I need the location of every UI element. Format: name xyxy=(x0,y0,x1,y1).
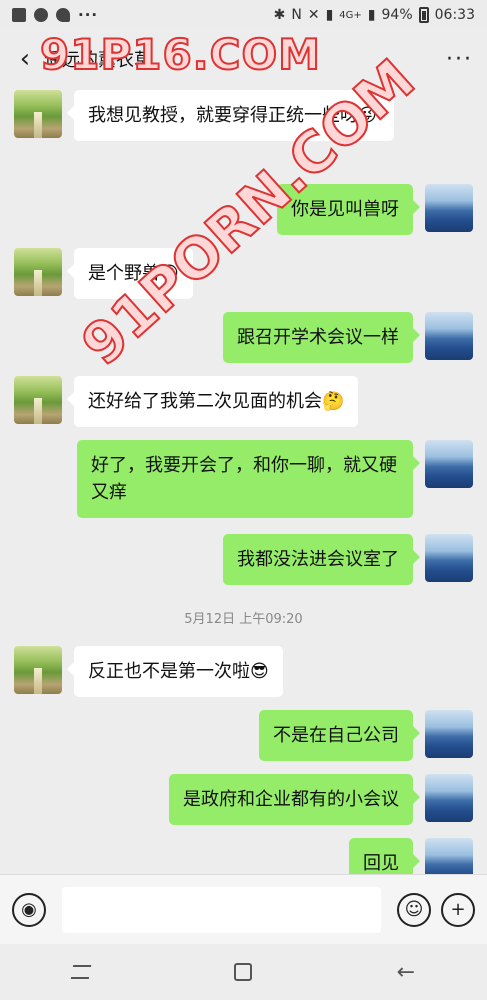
cloud-icon xyxy=(34,8,48,22)
thinking-emoji-icon: 🤔 xyxy=(322,391,345,412)
avatar[interactable] xyxy=(425,838,473,874)
status-right: ✱ N ✕ ▮ 4G+ ▮ 94% 06:33 xyxy=(274,7,475,23)
message-right: 我都没法进会议室了 xyxy=(211,534,473,585)
system-back-button[interactable]: ← xyxy=(386,952,426,992)
message-input[interactable] xyxy=(62,886,381,933)
input-bar: ◉ ☺ + xyxy=(0,874,487,944)
plus-button[interactable]: + xyxy=(441,892,475,927)
battery-icon xyxy=(418,7,429,23)
avatar[interactable] xyxy=(425,710,473,758)
message-text: 跟召开学术会议一样 xyxy=(237,327,399,348)
chevron-left-icon: ‹ xyxy=(19,44,31,74)
avatar[interactable] xyxy=(425,534,473,582)
avatar[interactable] xyxy=(425,774,473,822)
battery-percent: 94% xyxy=(381,7,413,23)
message-text: 反正也不是第一次啦 xyxy=(88,661,250,682)
system-nav-bar: ← xyxy=(0,944,487,1000)
watermark-top: 91P16.COM xyxy=(39,29,321,80)
more-notifications-icon: ··· xyxy=(78,6,99,24)
mute-icon: ✕ xyxy=(307,7,320,23)
image-icon xyxy=(12,8,26,22)
message-bubble[interactable]: 不是在自己公司 xyxy=(259,710,420,761)
message-right: 是政府和企业都有的小会议 xyxy=(157,774,473,825)
voice-button[interactable]: ◉ xyxy=(12,892,46,927)
nfc-icon: N xyxy=(291,7,302,23)
recents-icon xyxy=(70,965,92,979)
status-bar: ··· ✱ N ✕ ▮ 4G+ ▮ 94% 06:33 xyxy=(0,0,487,30)
avatar[interactable] xyxy=(14,376,62,424)
more-button[interactable]: ··· xyxy=(446,47,473,72)
signal-icon: ▮ xyxy=(325,7,334,23)
message-bubble[interactable]: 回见 xyxy=(349,838,420,874)
home-icon xyxy=(234,963,253,981)
message-text: 回见 xyxy=(363,853,399,874)
status-left: ··· xyxy=(12,6,98,24)
signal-icon-2: ▮ xyxy=(367,7,376,23)
message-left: 还好给了我第二次见面的机会🤔 xyxy=(14,376,370,427)
message-right: 跟召开学术会议一样 xyxy=(211,312,473,363)
clock: 06:33 xyxy=(434,7,475,23)
message-left: 反正也不是第一次啦😎 xyxy=(14,646,295,697)
recents-button[interactable] xyxy=(61,952,101,992)
avatar[interactable] xyxy=(14,90,62,138)
message-text: 好了，我要开会了，和你一聊，就又硬又痒 xyxy=(91,455,397,503)
timestamp: 5月12日 上午09:20 xyxy=(184,612,303,627)
avatar[interactable] xyxy=(14,646,62,694)
message-bubble[interactable]: 是政府和企业都有的小会议 xyxy=(169,774,420,825)
message-bubble[interactable]: 反正也不是第一次啦😎 xyxy=(67,646,283,697)
plus-icon: + xyxy=(450,899,466,920)
message-text: 我都没法进会议室了 xyxy=(237,549,399,570)
message-bubble[interactable]: 跟召开学术会议一样 xyxy=(223,312,420,363)
avatar[interactable] xyxy=(14,248,62,296)
message-bubble[interactable]: 还好给了我第二次见面的机会🤔 xyxy=(66,376,359,427)
message-right: 回见 xyxy=(337,838,473,874)
sunglasses-emoji-icon: 😎 xyxy=(250,661,269,682)
message-bubble[interactable]: 我都没法进会议室了 xyxy=(223,534,420,585)
message-text: 是政府和企业都有的小会议 xyxy=(183,789,399,810)
network-type: 4G+ xyxy=(339,9,362,21)
message-right: 不是在自己公司 xyxy=(247,710,473,761)
avatar[interactable] xyxy=(425,440,473,488)
message-text: 还好给了我第二次见面的机会 xyxy=(88,391,322,412)
message-text: 不是在自己公司 xyxy=(273,725,399,746)
avatar[interactable] xyxy=(425,312,473,360)
home-button[interactable] xyxy=(223,952,263,992)
back-arrow-icon: ← xyxy=(396,959,416,985)
avatar[interactable] xyxy=(425,184,473,232)
voice-icon: ◉ xyxy=(21,899,37,920)
location-icon xyxy=(56,8,70,22)
message-bubble[interactable]: 好了，我要开会了，和你一聊，就又硬又痒 xyxy=(77,440,420,518)
message-right: 好了，我要开会了，和你一聊，就又硬又痒 xyxy=(65,440,473,518)
emoji-button[interactable]: ☺ xyxy=(397,892,431,927)
back-button[interactable]: ‹ xyxy=(14,44,36,74)
emoji-icon: ☺ xyxy=(404,899,424,920)
bluetooth-icon: ✱ xyxy=(273,7,286,23)
